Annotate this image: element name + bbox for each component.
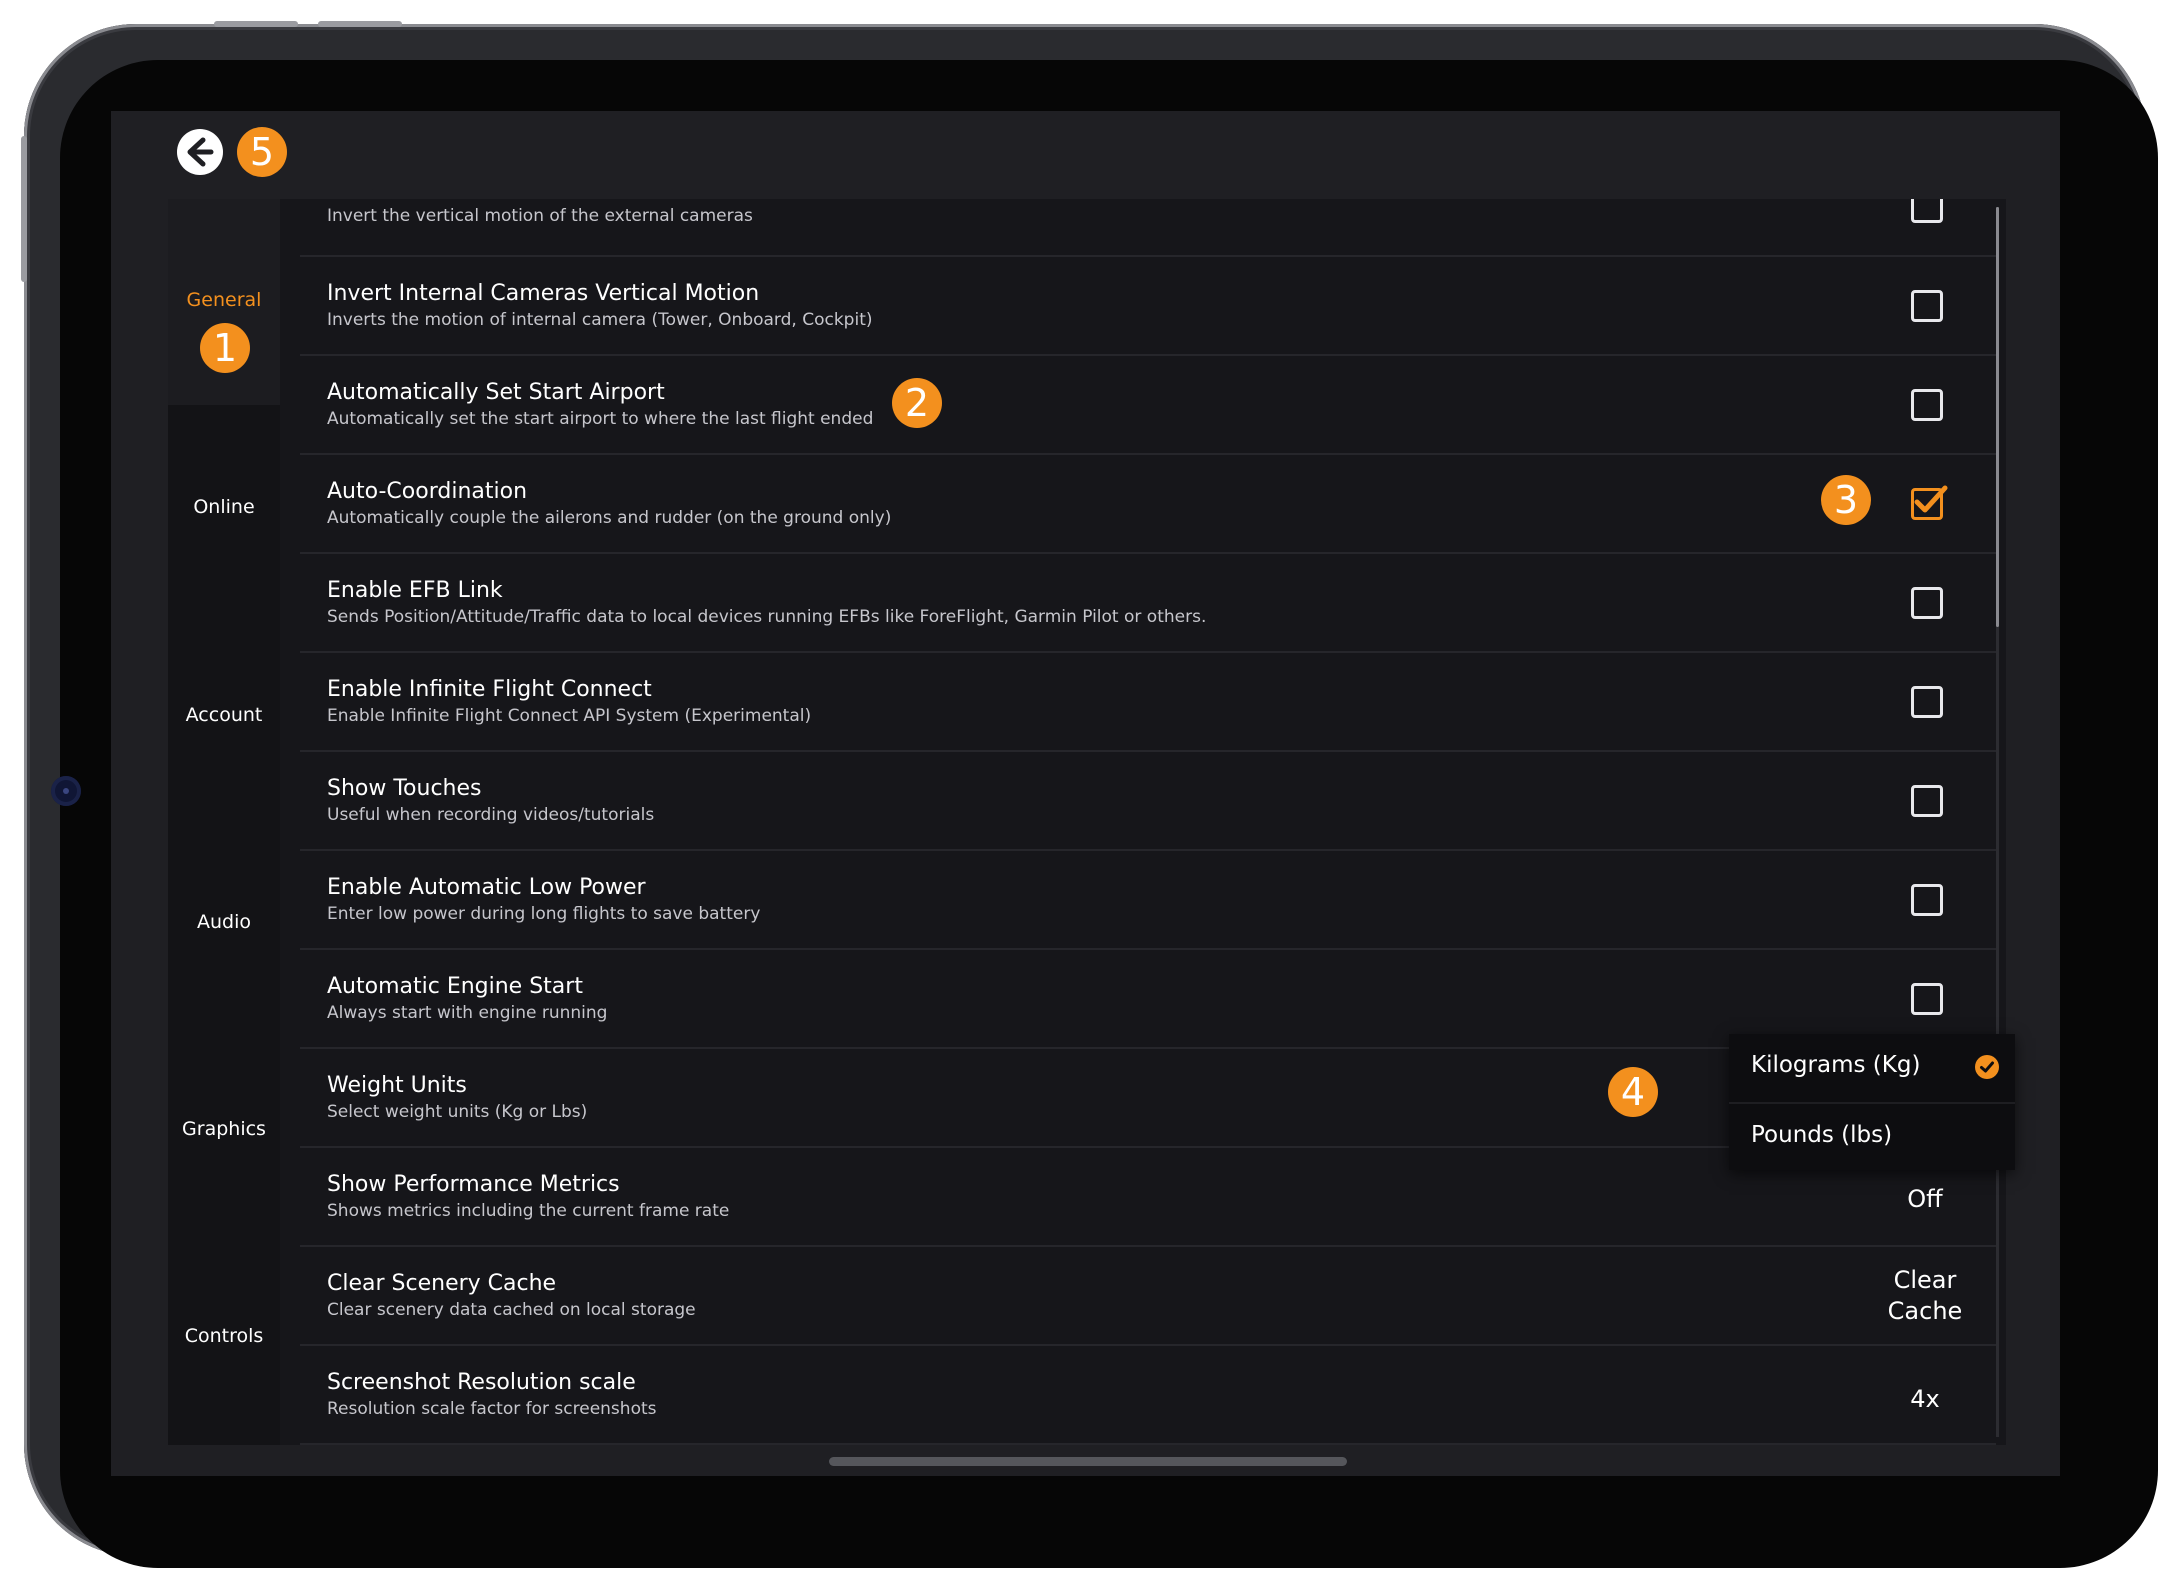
clear-cache-button[interactable]: Clear Cache — [1860, 1265, 1990, 1327]
sidebar-item-online[interactable]: Online — [168, 496, 280, 518]
setting-description: Select weight units (Kg or Lbs) — [327, 1102, 588, 1122]
back-arrow-icon — [187, 137, 214, 167]
setting-row-clear-scenery-cache: Clear Scenery Cache Clear scenery data c… — [300, 1247, 1996, 1346]
back-button[interactable] — [177, 129, 223, 175]
setting-description: Always start with engine running — [327, 1003, 608, 1023]
setting-row-efb-link: Enable EFB Link Sends Position/Attitude/… — [300, 554, 1996, 653]
setting-title: Show Performance Metrics — [327, 1172, 620, 1197]
dropdown-option-label: Kilograms (Kg) — [1751, 1052, 1921, 1078]
checkbox[interactable] — [1911, 686, 1943, 718]
setting-description: Useful when recording videos/tutorials — [327, 805, 655, 825]
setting-title: Enable EFB Link — [327, 578, 503, 603]
setting-title: Automatic Engine Start — [327, 974, 583, 999]
selected-check-icon — [1975, 1055, 1999, 1079]
setting-description: Sends Position/Attitude/Traffic data to … — [327, 607, 1207, 627]
setting-description: Enable Infinite Flight Connect API Syste… — [327, 706, 812, 726]
setting-description: Clear scenery data cached on local stora… — [327, 1300, 696, 1320]
setting-title: Invert Internal Cameras Vertical Motion — [327, 281, 760, 306]
setting-row-auto-coordination: Auto-Coordination Automatically couple t… — [300, 455, 1996, 554]
setting-row-show-touches: Show Touches Useful when recording video… — [300, 752, 1996, 851]
sidebar-item-controls[interactable]: Controls — [168, 1325, 280, 1347]
clear-cache-label-line2: Cache — [1887, 1297, 1963, 1325]
checkbox[interactable] — [1911, 983, 1943, 1015]
volume-up-button — [214, 21, 298, 27]
callout-badge-3: 3 — [1821, 475, 1871, 525]
dropdown-option-label: Pounds (lbs) — [1751, 1122, 1893, 1148]
settings-sidebar: General Online Account Audio Graphics Co… — [168, 199, 280, 1445]
setting-row-auto-start-airport: Automatically Set Start Airport Automati… — [300, 356, 1996, 455]
setting-title: Auto-Coordination — [327, 479, 528, 504]
checkbox[interactable] — [1911, 884, 1943, 916]
setting-title: Weight Units — [327, 1073, 467, 1098]
setting-description: Shows metrics including the current fram… — [327, 1201, 730, 1221]
setting-description: Enter low power during long flights to s… — [327, 904, 761, 924]
setting-row-screenshot-resolution: Screenshot Resolution scale Resolution s… — [300, 1346, 1996, 1445]
setting-description: Inverts the motion of internal camera (T… — [327, 310, 873, 330]
setting-description: Invert the vertical motion of the extern… — [327, 206, 753, 226]
checkbox[interactable] — [1911, 785, 1943, 817]
sidebar-item-account[interactable]: Account — [168, 704, 280, 726]
checkbox[interactable] — [1911, 290, 1943, 322]
settings-panel: General Online Account Audio Graphics Co… — [168, 199, 2006, 1445]
checkbox[interactable] — [1911, 587, 1943, 619]
setting-row-invert-internal-cameras: Invert Internal Cameras Vertical Motion … — [300, 257, 1996, 356]
clear-cache-label-line1: Clear — [1893, 1266, 1957, 1294]
sidebar-item-graphics[interactable]: Graphics — [168, 1118, 280, 1140]
setting-row-invert-external-cameras: Invert the vertical motion of the extern… — [300, 199, 1996, 257]
app-screen: 5 General Online Account Audio Graphics … — [111, 111, 2060, 1476]
sidebar-item-general[interactable]: General — [168, 289, 280, 311]
home-indicator[interactable] — [829, 1457, 1347, 1466]
setting-title: Enable Infinite Flight Connect — [327, 677, 652, 702]
checkbox[interactable] — [1911, 199, 1943, 223]
setting-title: Enable Automatic Low Power — [327, 875, 646, 900]
weight-units-dropdown: Kilograms (Kg) Pounds (lbs) — [1729, 1034, 2015, 1170]
screenshot-resolution-value[interactable]: 4x — [1860, 1384, 1990, 1415]
dropdown-option-kilograms[interactable]: Kilograms (Kg) — [1729, 1034, 2015, 1100]
setting-description: Automatically couple the ailerons and ru… — [327, 508, 892, 528]
callout-badge-1: 1 — [200, 323, 250, 373]
setting-title: Clear Scenery Cache — [327, 1271, 557, 1296]
setting-description: Resolution scale factor for screenshots — [327, 1399, 657, 1419]
setting-title: Screenshot Resolution scale — [327, 1370, 636, 1395]
callout-badge-5: 5 — [237, 127, 287, 177]
checkbox-checked[interactable] — [1911, 485, 1948, 520]
volume-down-button — [318, 21, 402, 27]
checkmark-icon — [1914, 485, 1948, 513]
power-button — [21, 136, 27, 282]
checkbox[interactable] — [1911, 389, 1943, 421]
settings-list: Invert the vertical motion of the extern… — [300, 199, 2000, 1445]
setting-title: Show Touches — [327, 776, 482, 801]
callout-badge-2: 2 — [892, 378, 942, 428]
dropdown-option-pounds[interactable]: Pounds (lbs) — [1729, 1104, 2015, 1170]
scrollbar-thumb[interactable] — [1996, 207, 1999, 627]
callout-badge-4: 4 — [1608, 1067, 1658, 1117]
setting-title: Automatically Set Start Airport — [327, 380, 665, 405]
sidebar-item-audio[interactable]: Audio — [168, 911, 280, 933]
setting-description: Automatically set the start airport to w… — [327, 409, 874, 429]
performance-metrics-value[interactable]: Off — [1860, 1184, 1990, 1215]
setting-row-auto-low-power: Enable Automatic Low Power Enter low pow… — [300, 851, 1996, 950]
front-camera — [51, 776, 81, 806]
setting-row-infinite-flight-connect: Enable Infinite Flight Connect Enable In… — [300, 653, 1996, 752]
